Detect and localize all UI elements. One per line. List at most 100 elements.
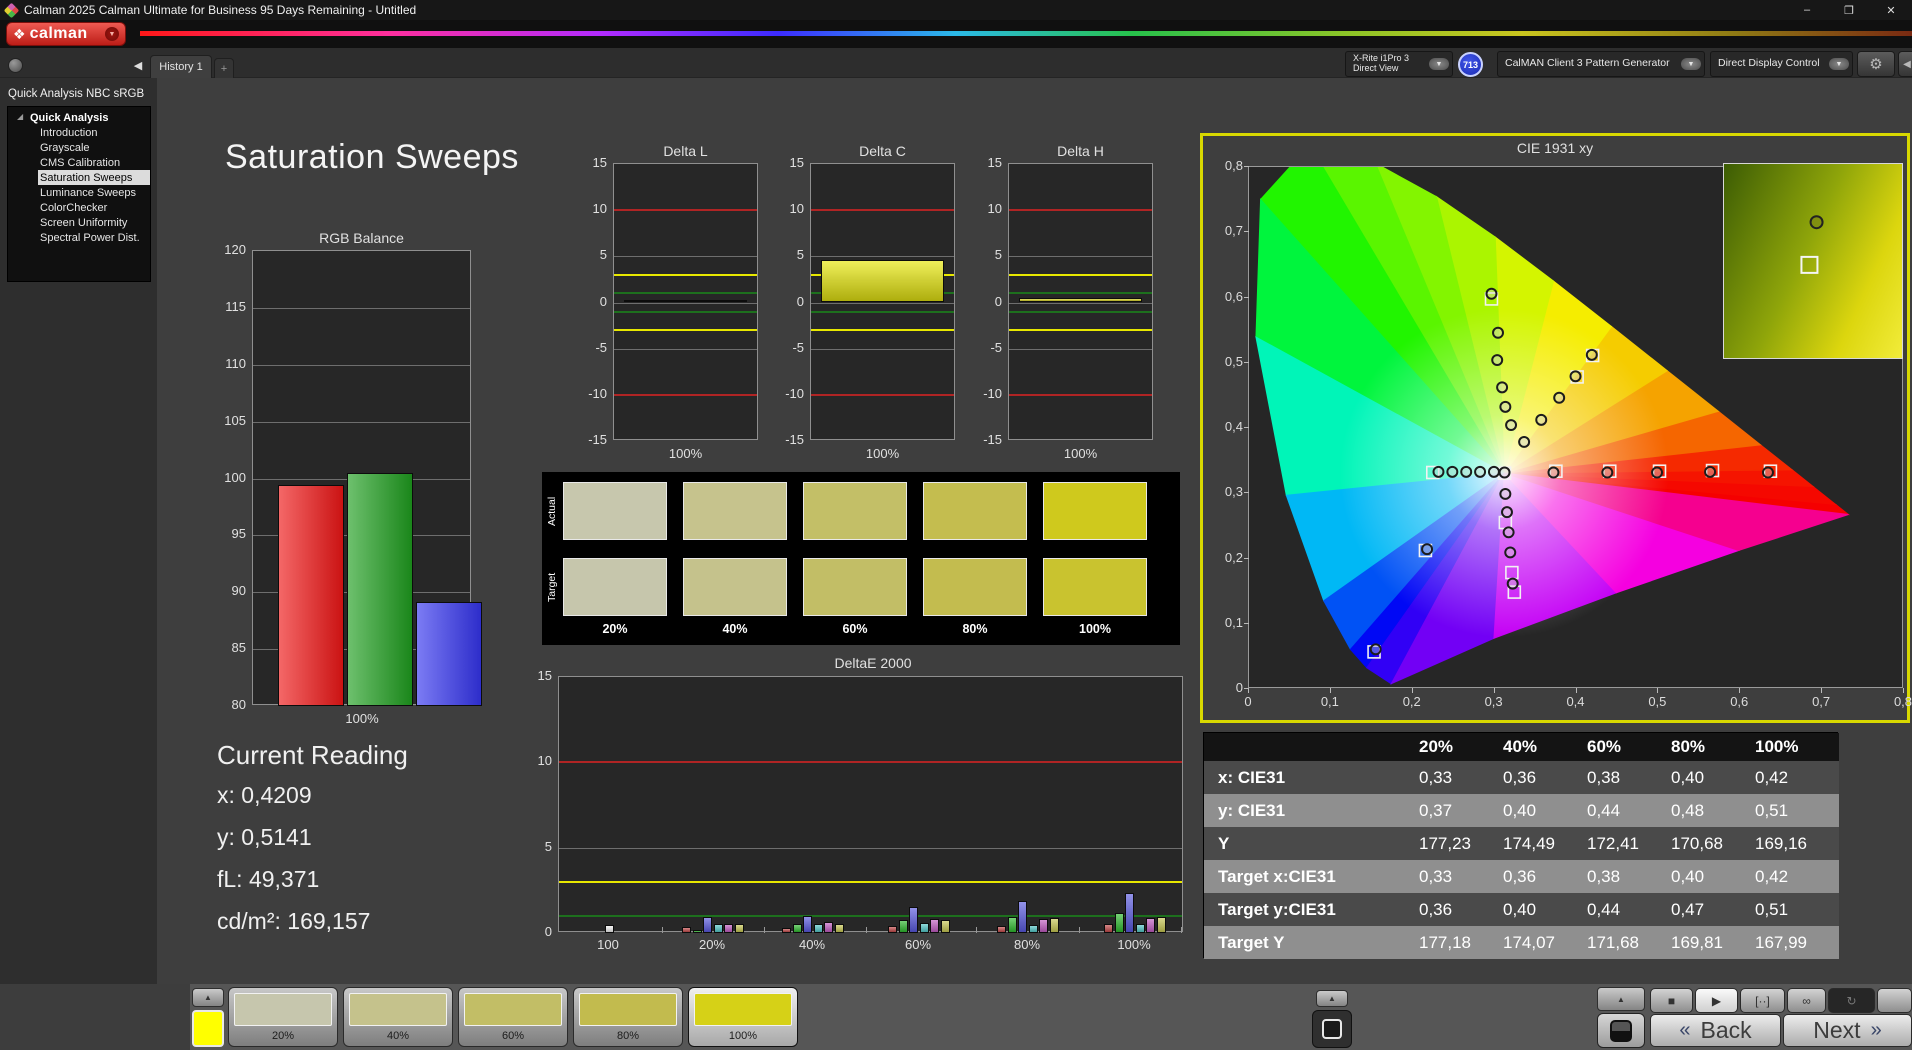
pattern-generator-dropdown[interactable]: CalMAN Client 3 Pattern Generator ▼ <box>1497 51 1705 77</box>
limit-line <box>811 310 954 313</box>
deltae-bar <box>1028 925 1038 933</box>
stop-button[interactable]: ■ <box>1650 988 1693 1013</box>
cie-measured-point <box>1474 465 1487 478</box>
deltae-plot <box>558 676 1183 933</box>
delta-y-tick: 0 <box>599 293 607 309</box>
limit-line <box>1009 292 1152 295</box>
delta-y-tick: 15 <box>789 155 804 170</box>
reading-line-2: fL: 49,371 <box>217 866 320 892</box>
cie-measured-point <box>1496 381 1509 394</box>
gridline <box>811 348 954 350</box>
delta-y-tick: -10 <box>983 385 1002 401</box>
sidebar-item-screen-uniformity[interactable]: Screen Uniformity <box>8 215 150 230</box>
workflow-tree: Quick Analysis ◢ Introduction Grayscale CMS … <box>7 106 151 282</box>
limit-line <box>614 329 757 332</box>
cie-tick-mark <box>1739 688 1741 693</box>
minimize-button[interactable]: – <box>1786 0 1828 20</box>
range-button[interactable]: [··] <box>1740 988 1785 1013</box>
tree-expand-icon[interactable]: ◢ <box>17 112 23 121</box>
table-cell: 0,33 <box>1419 767 1453 787</box>
table-row-label: x: CIE31 <box>1218 767 1286 787</box>
target-swatch-40% <box>683 558 787 616</box>
table-cell: 0,40 <box>1671 767 1705 787</box>
deltae-bar <box>713 923 723 933</box>
table-cell: 169,81 <box>1671 932 1723 952</box>
sidebar-item-luminance-sweeps[interactable]: Luminance Sweeps <box>8 185 150 200</box>
title-bar: Calman 2025 Calman Ultimate for Business… <box>0 0 1912 20</box>
sidebar-item-saturation-sweeps[interactable]: Saturation Sweeps <box>38 170 150 185</box>
table-cell: 170,68 <box>1671 833 1723 853</box>
cie-measured-point <box>1432 465 1445 478</box>
rgb-y-tick: 80 <box>231 697 246 712</box>
rainbow-gradient-strip <box>140 31 1912 36</box>
bottom-swatch-button-80%[interactable]: 80% <box>573 987 683 1047</box>
table-cell: 0,47 <box>1671 899 1705 919</box>
cie-measured-point <box>1369 643 1382 656</box>
swatch-chip <box>464 993 562 1026</box>
cie-x-tick: 0,3 <box>1484 694 1503 709</box>
meter-count-badge[interactable]: 713 <box>1458 52 1483 77</box>
bottom-swatch-button-40%[interactable]: 40% <box>343 987 453 1047</box>
play-button[interactable]: ▶ <box>1695 988 1738 1013</box>
meter-dropdown[interactable]: X-Rite i1Pro 3 Direct View ▼ <box>1345 51 1453 77</box>
settings-gear-icon[interactable]: ⚙ <box>1857 51 1895 77</box>
bottom-swatch-button-100%[interactable]: 100% <box>688 987 798 1047</box>
back-button[interactable]: « Back <box>1650 1014 1781 1047</box>
table-cell: 0,33 <box>1419 866 1453 886</box>
sidebar-item-cms-calibration[interactable]: CMS Calibration <box>8 155 150 170</box>
cie-measured-point <box>1518 435 1531 448</box>
sidebar-item-introduction[interactable]: Introduction <box>8 125 150 140</box>
pattern-window-button[interactable] <box>1312 1010 1352 1048</box>
panel-collapse-icon[interactable]: ◀ <box>1898 51 1912 77</box>
table-cell: 0,42 <box>1755 866 1789 886</box>
calman-menu-button[interactable]: ❖ calman ▼ <box>6 22 126 46</box>
measure-caret-button[interactable]: ▲ <box>1597 987 1645 1011</box>
cie-tick-mark <box>1244 361 1249 363</box>
actual-row-label: Actual <box>546 496 558 526</box>
delta-y-tick: 10 <box>789 201 804 217</box>
rgb-x-label: 100% <box>345 711 379 726</box>
record-button[interactable] <box>1877 988 1912 1013</box>
next-button[interactable]: Next » <box>1783 1014 1912 1047</box>
cie-measured-point <box>1492 326 1504 339</box>
gridline <box>253 364 470 366</box>
swatch-popup-caret-button[interactable]: ▲ <box>192 988 224 1007</box>
table-row-y-cie31: y: CIE31 0,37 0,40 0,44 0,48 0,51 <box>1204 794 1839 827</box>
add-tab-button[interactable]: + <box>214 58 234 78</box>
sidebar-item-grayscale[interactable]: Grayscale <box>8 140 150 155</box>
tab-history-1[interactable]: History 1 <box>150 55 212 78</box>
close-button[interactable]: ✕ <box>1870 0 1912 20</box>
active-color-swatch[interactable] <box>192 1010 224 1047</box>
limit-line <box>614 310 757 313</box>
table-cell: 171,68 <box>1587 932 1639 952</box>
maximize-button[interactable]: ❐ <box>1828 0 1870 20</box>
swatch-chip <box>234 993 332 1026</box>
bottom-swatch-button-20%[interactable]: 20% <box>228 987 338 1047</box>
sidebar-collapse-icon[interactable]: ◀ <box>130 56 146 74</box>
back-chevrons-icon: « <box>1679 1019 1691 1041</box>
limit-line <box>811 329 954 332</box>
cie-x-tick: 0,4 <box>1566 694 1585 709</box>
sidebar-item-colorchecker[interactable]: ColorChecker <box>8 200 150 215</box>
deltae-bar <box>898 920 908 933</box>
pattern-caret-button[interactable]: ▲ <box>1316 990 1348 1007</box>
stop-measure-button[interactable] <box>1597 1013 1645 1048</box>
actual-swatch-40% <box>683 482 787 540</box>
loop-button[interactable]: ∞ <box>1787 988 1826 1013</box>
tree-root-quick-analysis[interactable]: Quick Analysis ◢ <box>8 111 150 125</box>
delta-x-label: 100% <box>668 446 703 461</box>
deltae-bar <box>909 907 919 933</box>
sidebar-item-spectral-power-dist-[interactable]: Spectral Power Dist. <box>8 230 150 245</box>
delta-bar <box>1019 297 1142 303</box>
refresh-button[interactable]: ↻ <box>1828 988 1875 1013</box>
swatch-chip <box>579 993 677 1026</box>
deltae-bar <box>888 926 898 933</box>
display-control-dropdown[interactable]: Direct Display Control ▼ <box>1710 51 1853 77</box>
table-row-label: Target x:CIE31 <box>1218 866 1336 886</box>
bottom-swatch-button-60%[interactable]: 60% <box>458 987 568 1047</box>
table-header-20%: 20% <box>1419 737 1454 756</box>
cie-measured-point <box>1505 419 1518 432</box>
workspace-dot-button[interactable] <box>8 58 23 73</box>
rgb-bar-green <box>347 472 413 706</box>
deltae-x-label: 40% <box>798 937 826 952</box>
